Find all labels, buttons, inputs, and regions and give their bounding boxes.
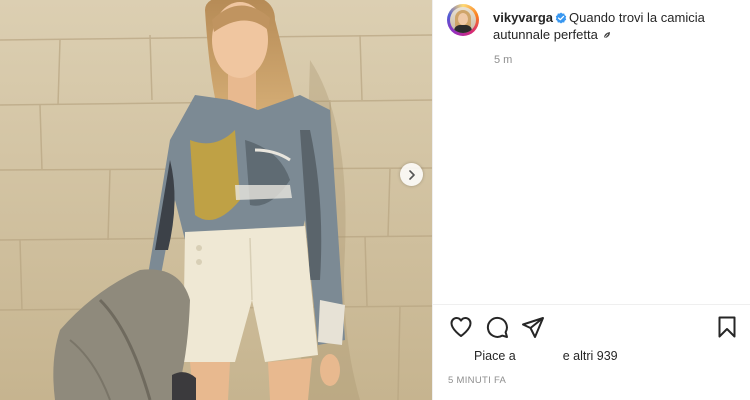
save-button[interactable] [715, 315, 739, 339]
verified-badge-icon [555, 12, 567, 24]
heart-icon [450, 317, 472, 337]
caption-text: vikyvarga Quando trovi la camicia autunn… [493, 9, 733, 43]
comment-button[interactable] [485, 315, 509, 339]
likes-summary[interactable]: Piace a e altri 939 [474, 349, 618, 363]
post-photo[interactable] [0, 0, 432, 400]
comment-icon [486, 316, 508, 338]
share-button[interactable] [521, 315, 545, 339]
chevron-right-icon [408, 169, 415, 180]
likes-liker-gap [516, 349, 563, 363]
avatar-photo [450, 7, 476, 33]
carousel-next-button[interactable] [400, 163, 423, 186]
avatar[interactable] [447, 4, 479, 36]
username-link[interactable]: vikyvarga [493, 10, 553, 25]
likes-prefix: Piace a [474, 349, 516, 363]
bookmark-icon [718, 316, 736, 338]
like-button[interactable] [449, 315, 473, 339]
likes-suffix[interactable]: e altri 939 [563, 349, 618, 363]
action-bar [449, 315, 739, 341]
post-time-ago[interactable]: 5 MINUTI FA [448, 375, 506, 386]
paper-plane-icon [522, 317, 544, 338]
leaf-emoji-icon [603, 32, 610, 40]
photo-illustration [0, 0, 432, 400]
post-timestamp-short[interactable]: 5 m [494, 54, 512, 66]
divider [433, 304, 750, 305]
post-side-panel: vikyvarga Quando trovi la camicia autunn… [432, 0, 750, 400]
caption-row: vikyvarga Quando trovi la camicia autunn… [447, 4, 747, 43]
